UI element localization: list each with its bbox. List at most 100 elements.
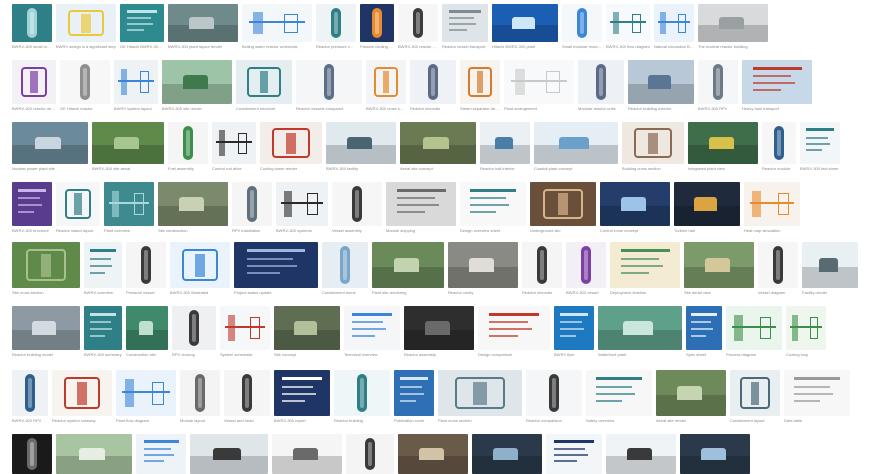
image-result[interactable]: Technical overview — [344, 306, 400, 357]
image-result[interactable]: BWRX-300 illustrated — [170, 242, 230, 295]
image-result[interactable]: GE Hitachi BWRX-300 SMR — [120, 4, 164, 49]
image-result[interactable] — [546, 434, 602, 474]
image-result[interactable]: Modular reactor units — [578, 60, 624, 111]
image-result[interactable]: BWRX-300 report — [274, 370, 330, 423]
image-result[interactable]: Safety overview — [586, 370, 652, 423]
image-result[interactable]: Waterfront plant — [598, 306, 682, 357]
image-result[interactable]: BWRX system layout — [114, 60, 158, 111]
image-result[interactable]: Plant overview — [104, 182, 154, 233]
image-result[interactable]: Reactor vessels compared — [296, 60, 362, 111]
image-result[interactable]: Coastal plant concept — [534, 122, 618, 171]
image-result[interactable]: RPV closeup — [172, 306, 216, 357]
image-result[interactable]: Steam separator design — [460, 60, 500, 111]
image-result[interactable]: BWRX-300 fact sheet — [800, 122, 840, 171]
image-result[interactable]: Reactor comparison — [526, 370, 582, 423]
image-result[interactable]: Vessel assembly — [332, 182, 382, 233]
image-result[interactable]: Data table — [784, 370, 850, 423]
image-result[interactable]: BWRX-300 brochure — [12, 182, 52, 233]
image-result[interactable]: Facility render — [802, 242, 858, 295]
image-result[interactable]: Fuel assembly — [168, 122, 208, 171]
image-result[interactable]: Cooling tower render — [260, 122, 322, 171]
image-result[interactable]: Cooling loop — [786, 306, 826, 357]
image-result[interactable] — [398, 434, 468, 474]
image-result[interactable]: Containment structure — [236, 60, 292, 111]
image-result[interactable]: Reactor building model — [12, 306, 80, 357]
image-result[interactable]: BWRX-300 site render — [162, 60, 232, 111]
image-result[interactable]: BWRX-300 cross section — [366, 60, 406, 111]
image-result[interactable]: BWRX flyer — [554, 306, 594, 357]
image-result[interactable]: Small modular reactors — [562, 4, 602, 49]
image-result[interactable]: Turbine hall — [674, 182, 740, 233]
image-result[interactable]: Reactor module — [762, 122, 796, 171]
image-result[interactable]: Reactor cavity — [448, 242, 518, 295]
image-result[interactable]: Integrated plant view — [688, 122, 758, 171]
image-result[interactable] — [272, 434, 342, 474]
image-result[interactable]: Reactor vessel transport — [442, 4, 488, 49]
image-result[interactable]: The nuclear reactor building — [698, 4, 768, 49]
image-result[interactable]: Vessel and head — [224, 370, 270, 423]
image-result[interactable]: Reactor assembly — [404, 306, 474, 357]
image-result[interactable]: Plant flow diagram — [116, 370, 176, 423]
image-result[interactable] — [680, 434, 750, 474]
image-result[interactable]: Design comparison — [478, 306, 550, 357]
image-result[interactable]: BWRX-300 systems — [276, 182, 328, 233]
image-result[interactable]: BWRX-300 plant layout render — [168, 4, 238, 49]
image-result[interactable]: System schematic — [220, 306, 270, 357]
image-result[interactable]: Site construction — [158, 182, 228, 233]
image-result[interactable]: Boiling water reactor schematic — [242, 4, 312, 49]
image-result[interactable]: Reactor pressure vessel — [316, 4, 356, 49]
image-result[interactable]: BWRX-300 summary — [84, 306, 122, 357]
image-result[interactable]: Design overview sheet — [460, 182, 526, 233]
image-result[interactable]: BWRX design is a significant step — [56, 4, 116, 49]
image-result[interactable]: Reactor hall interior — [480, 122, 530, 171]
image-result[interactable]: Spec sheet — [686, 306, 722, 357]
image-result[interactable]: Building cross section — [622, 122, 684, 171]
image-result[interactable]: Aerial site render — [656, 370, 726, 423]
image-result[interactable]: Reactor building exterior — [628, 60, 694, 111]
image-result[interactable]: Site cross-section — [12, 242, 80, 295]
image-result[interactable]: Construction site — [126, 306, 168, 357]
image-result[interactable]: RPV installation — [232, 182, 272, 233]
image-result[interactable]: BWRX-300 flow diagram — [606, 4, 650, 49]
image-result[interactable]: Plant site rendering — [372, 242, 444, 295]
image-result[interactable]: BWRX-300 RPV — [698, 60, 738, 111]
image-result[interactable]: Reactor internals — [410, 60, 456, 111]
image-result[interactable]: Nuclear power plant site — [12, 122, 88, 171]
image-result[interactable]: Passive cooling BWRX — [360, 4, 394, 49]
image-result[interactable]: Hitachi BWRX-300 plant — [492, 4, 558, 49]
image-result[interactable]: GE Hitachi reactor — [60, 60, 110, 111]
image-result[interactable]: Control room concept — [600, 182, 670, 233]
image-result[interactable]: BWRX-300 small modular reactor — [12, 4, 52, 49]
image-result[interactable]: Heavy haul transport — [742, 60, 812, 111]
image-result[interactable]: Plant cross section — [438, 370, 522, 423]
image-result[interactable]: Project status update — [234, 242, 318, 295]
image-result[interactable]: Containment layout — [730, 370, 780, 423]
image-result[interactable]: Module layout — [180, 370, 220, 423]
image-result[interactable] — [472, 434, 542, 474]
image-result[interactable]: Aerial site concept — [400, 122, 476, 171]
image-result[interactable]: Vessel diagram — [758, 242, 798, 295]
image-result[interactable]: BWRX-300 vessel — [566, 242, 606, 295]
image-result[interactable]: Pressure vessel — [126, 242, 166, 295]
image-result[interactable] — [190, 434, 268, 474]
image-result[interactable]: Reactor internals — [522, 242, 562, 295]
image-result[interactable]: Reactor system cutaway — [52, 370, 112, 423]
image-result[interactable]: Heat map simulation — [744, 182, 800, 233]
image-result[interactable] — [346, 434, 394, 474]
image-result[interactable]: Module shipping — [386, 182, 456, 233]
image-result[interactable]: Natural circulation BWR — [654, 4, 694, 49]
image-result[interactable]: BWRX overview — [84, 242, 122, 295]
image-result[interactable]: Site concept — [274, 306, 340, 357]
image-result[interactable]: Site aerial view — [684, 242, 754, 295]
image-result[interactable]: Reactor building — [334, 370, 390, 423]
image-result[interactable]: Underground silo — [530, 182, 596, 233]
image-result[interactable]: BWRX-300 facility — [326, 122, 396, 171]
image-result[interactable] — [56, 434, 132, 474]
image-result[interactable]: Deployment timeline — [610, 242, 680, 295]
image-result[interactable]: Control rod drive — [212, 122, 256, 171]
image-result[interactable]: Process diagram — [726, 306, 782, 357]
image-result[interactable]: Containment dome — [322, 242, 368, 295]
image-result[interactable]: Reactor island layout — [56, 182, 100, 233]
image-result[interactable]: BWRX-300 site aerial — [92, 122, 164, 171]
image-result[interactable]: BWRX-300 RPV — [12, 370, 48, 423]
